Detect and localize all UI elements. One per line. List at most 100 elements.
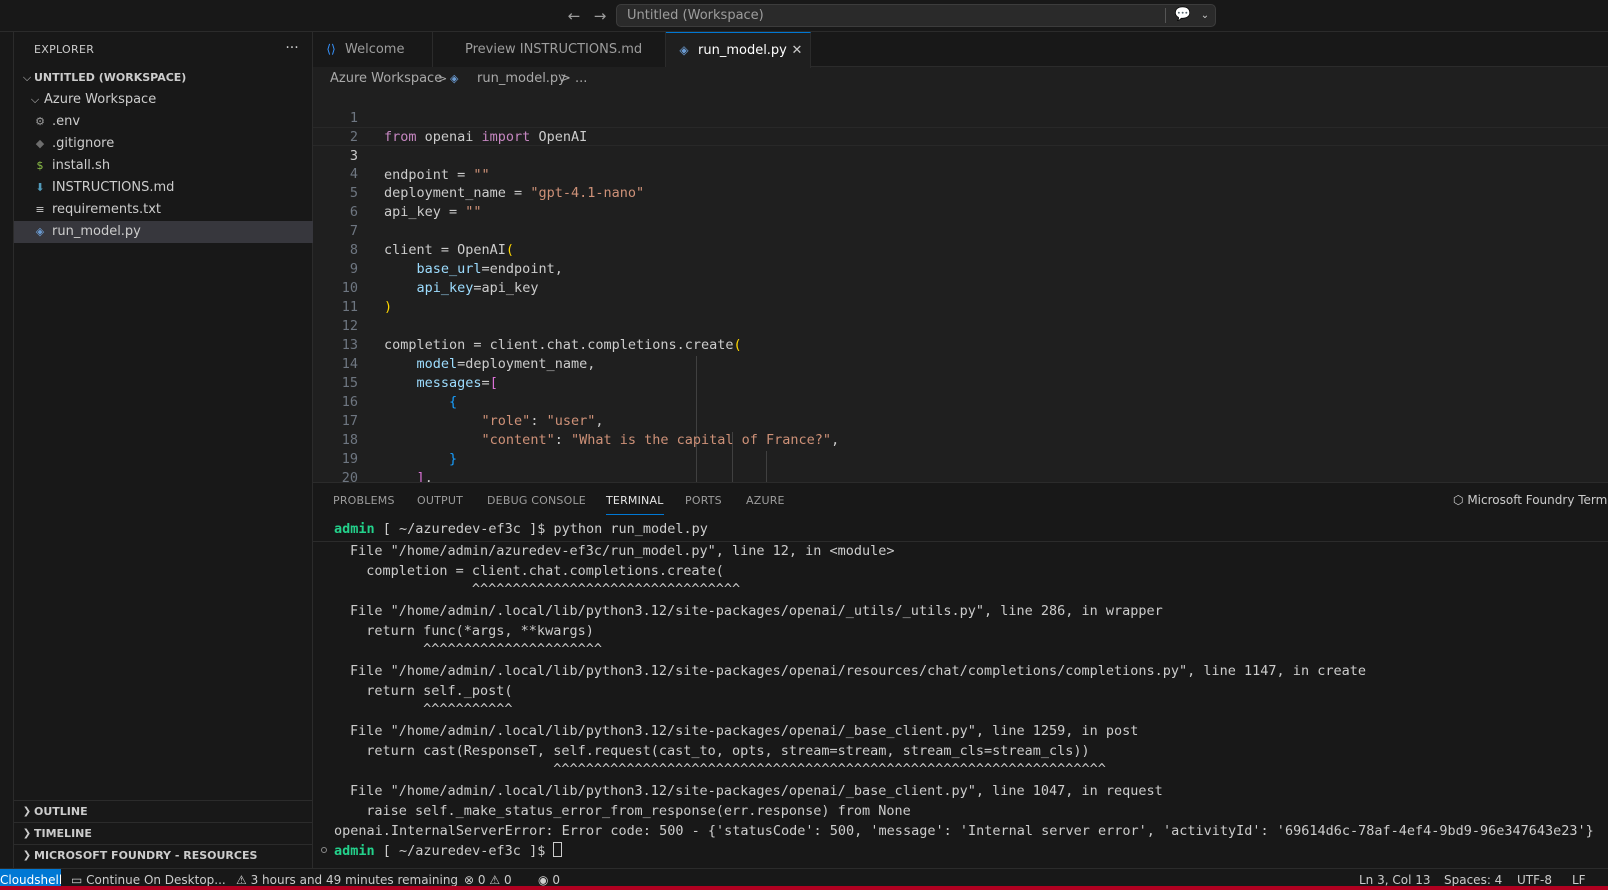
code-line: 2 xyxy=(313,109,1608,145)
tab-output[interactable]: OUTPUT xyxy=(417,483,463,518)
forward-arrow-icon[interactable]: → xyxy=(590,6,610,26)
file-label: run_model.py xyxy=(52,224,141,239)
file-label: install.sh xyxy=(52,158,111,173)
file-install-sh[interactable]: $ install.sh xyxy=(14,155,313,177)
section-label: OUTLINE xyxy=(34,805,88,818)
git-icon: ◆ xyxy=(35,137,45,150)
bottom-panel: PROBLEMS OUTPUT DEBUG CONSOLE TERMINAL P… xyxy=(313,482,1608,868)
tab-preview-instructions[interactable]: Preview INSTRUCTIONS.md xyxy=(433,32,666,67)
terminal-instance-tab[interactable]: ⬡ Microsoft Foundry Terminal xyxy=(1453,483,1608,518)
folder-azure-workspace[interactable]: ⌵ Azure Workspace xyxy=(14,89,313,111)
code-line: 13 model=deployment_name, xyxy=(313,317,1608,372)
tab-problems[interactable]: PROBLEMS xyxy=(333,483,395,518)
tab-label: run_model.py xyxy=(698,43,787,58)
vscode-icon: ⟨⟩ xyxy=(326,42,336,56)
code-line: 16 "role": "user", xyxy=(313,374,1608,429)
terminal-line: ^^^^^^^^^^^^^^^^^^^^^^ xyxy=(350,641,602,657)
code-line: 4 deployment_name = "gpt-4.1-nano" xyxy=(313,146,1608,201)
terminal-prompt-line: admin [ ~/azuredev-ef3c ]$ python run_mo… xyxy=(334,521,708,537)
terminal-error-line: openai.InternalServerError: Error code: … xyxy=(334,823,1594,839)
tab-ports[interactable]: PORTS xyxy=(685,483,722,518)
breadcrumb: Azure Workspace > ◈ run_model.py > ... xyxy=(313,68,1608,90)
broadcast-icon: ◉ xyxy=(538,873,549,887)
command-center-search[interactable]: Untitled (Workspace) 💬 ⌄ xyxy=(616,4,1216,27)
breadcrumb-folder[interactable]: Azure Workspace xyxy=(330,68,442,90)
gear-icon: ⚙ xyxy=(35,115,45,128)
terminal-line: File "/home/admin/.local/lib/python3.12/… xyxy=(350,663,1366,679)
terminal-line: File "/home/admin/.local/lib/python3.12/… xyxy=(350,603,1163,619)
file-label: INSTRUCTIONS.md xyxy=(52,180,175,195)
terminal-line: ^^^^^^^^^^^ xyxy=(350,701,513,717)
command-decoration-icon[interactable] xyxy=(321,847,327,853)
code-line: 12 completion = client.chat.completions.… xyxy=(313,298,1608,353)
file-requirements-txt[interactable]: ≡ requirements.txt xyxy=(14,199,313,221)
command-center-label: Untitled (Workspace) xyxy=(627,8,764,23)
terminal-prompt-line: admin [ ~/azuredev-ef3c ]$ xyxy=(334,841,563,861)
more-actions-icon[interactable]: ··· xyxy=(282,38,302,58)
terminal-line: raise self._make_status_error_from_respo… xyxy=(350,803,911,819)
file-run-model-py[interactable]: ◈ run_model.py xyxy=(14,221,313,243)
chevron-down-icon: ⌵ xyxy=(22,71,32,84)
code-line: 6 xyxy=(313,184,1608,220)
file-env[interactable]: ⚙ .env xyxy=(14,111,313,133)
workspace-section-header[interactable]: ⌵ UNTITLED (WORKSPACE) xyxy=(14,67,313,89)
explorer-sidebar: EXPLORER ··· ⌵ UNTITLED (WORKSPACE) ⌵ Az… xyxy=(14,32,313,868)
file-label: .gitignore xyxy=(52,136,115,151)
chat-icon[interactable]: 💬 xyxy=(1173,7,1193,25)
shell-icon: $ xyxy=(36,159,44,172)
code-line: 9 api_key=api_key xyxy=(313,241,1608,296)
timeline-section[interactable]: ❯ TIMELINE xyxy=(14,822,313,844)
tab-run-model-py[interactable]: ◈ run_model.py ✕ xyxy=(666,32,811,68)
warning-count: 0 xyxy=(503,873,512,887)
continue-label: Continue On Desktop... xyxy=(86,873,226,887)
back-arrow-icon[interactable]: ← xyxy=(564,6,584,26)
chevron-right-icon: ❯ xyxy=(22,806,32,817)
timer-label: 3 hours and 49 minutes remaining xyxy=(250,873,459,887)
code-line-current: 3 endpoint = "" xyxy=(313,127,1608,183)
close-icon[interactable]: ✕ xyxy=(788,33,806,68)
editor-tab-bar: ⟨⟩ Welcome Preview INSTRUCTIONS.md ◈ run… xyxy=(313,32,1608,68)
ports-count: 0 xyxy=(552,873,560,887)
section-label: MICROSOFT FOUNDRY - RESOURCES xyxy=(34,849,258,862)
activity-bar xyxy=(0,32,14,868)
explorer-title: EXPLORER xyxy=(34,43,95,56)
terminal-line: return func(*args, **kwargs) xyxy=(350,623,594,639)
code-line: 17 "content": "What is the capital of Fr… xyxy=(313,393,1608,448)
code-line: 18 } xyxy=(313,412,1608,467)
foundry-resources-section[interactable]: ❯ MICROSOFT FOUNDRY - RESOURCES xyxy=(14,844,313,866)
terminal-line: File "/home/admin/.local/lib/python3.12/… xyxy=(350,783,1163,799)
chevron-down-icon: ⌵ xyxy=(30,93,40,106)
terminal-instance-label: Microsoft Foundry Terminal xyxy=(1467,493,1608,507)
code-line: 20 ) xyxy=(313,450,1608,482)
code-editor[interactable]: 1 from openai import OpenAI 2 3 endpoint… xyxy=(313,90,1608,482)
terminal-line: return cast(ResponseT, self.request(cast… xyxy=(350,743,1090,759)
error-count: 0 xyxy=(477,873,486,887)
error-icon: ⊗ xyxy=(464,873,475,887)
warning-icon: ⚠ xyxy=(236,873,247,887)
file-instructions-md[interactable]: ⬇ INSTRUCTIONS.md xyxy=(14,177,313,199)
chevron-right-icon: ❯ xyxy=(22,828,32,839)
markdown-icon: ⬇ xyxy=(35,181,45,194)
python-icon: ◈ xyxy=(679,43,689,57)
tab-welcome[interactable]: ⟨⟩ Welcome xyxy=(313,32,433,67)
tab-terminal[interactable]: TERMINAL xyxy=(606,486,664,515)
terminal-line: File "/home/admin/azuredev-ef3c/run_mode… xyxy=(350,543,895,559)
text-file-icon: ≡ xyxy=(35,203,45,216)
breadcrumb-more[interactable]: > ... xyxy=(560,68,587,90)
chevron-right-icon: > xyxy=(438,72,448,85)
chevron-down-icon[interactable]: ⌄ xyxy=(1197,7,1213,25)
terminal-output[interactable]: admin [ ~/azuredev-ef3c ]$ python run_mo… xyxy=(313,519,1608,869)
terminal-line: return self._post( xyxy=(350,683,513,699)
file-gitignore[interactable]: ◆ .gitignore xyxy=(14,133,313,155)
tab-debug-console[interactable]: DEBUG CONSOLE xyxy=(487,483,586,518)
code-line: 11 xyxy=(313,279,1608,315)
terminal-line: completion = client.chat.completions.cre… xyxy=(350,563,724,579)
code-line: 8 base_url=endpoint, xyxy=(313,222,1608,277)
explorer-header: EXPLORER ··· xyxy=(14,32,313,67)
breadcrumb-file[interactable]: run_model.py xyxy=(477,68,566,90)
window-bottom-accent xyxy=(0,886,1608,890)
desktop-icon: ▭ xyxy=(71,873,83,887)
tab-azure[interactable]: AZURE xyxy=(746,483,785,518)
outline-section[interactable]: ❯ OUTLINE xyxy=(14,800,313,822)
terminal-line: ^^^^^^^^^^^^^^^^^^^^^^^^^^^^^^^^^ xyxy=(350,581,741,597)
